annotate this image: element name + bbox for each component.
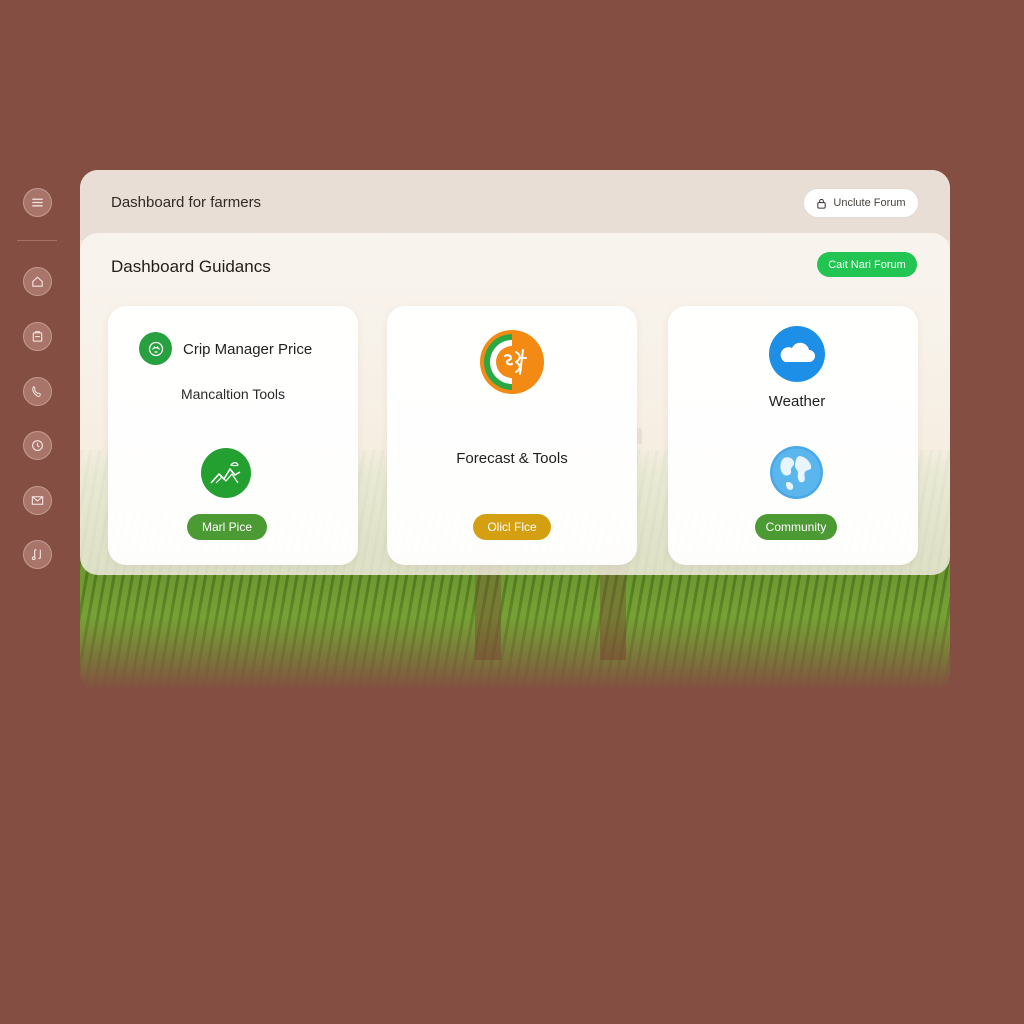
clock-icon <box>32 440 43 451</box>
crop-badge-icon <box>139 332 172 365</box>
card-heading: Crip Manager Price <box>183 341 313 358</box>
card-heading: Forecast & Tools <box>456 450 568 467</box>
nari-forum-button[interactable]: Cait Nari Forum <box>817 252 917 277</box>
lock-icon <box>817 198 827 209</box>
globe-icon <box>770 446 823 499</box>
community-button[interactable]: Community <box>755 514 837 540</box>
mail-icon <box>31 496 44 505</box>
crop-manager-card[interactable]: Crip Manager Price Mancaltion Tools Marl… <box>108 306 358 565</box>
cloud-icon <box>769 326 825 382</box>
sidebar-item-phone[interactable] <box>23 377 52 406</box>
music-icon <box>31 549 41 561</box>
sidebar-item-mail[interactable] <box>23 486 52 515</box>
forecast-icon <box>480 330 544 394</box>
sidebar-item-home[interactable] <box>23 267 52 296</box>
menu-icon <box>32 198 43 207</box>
sidebar-item-music[interactable] <box>23 540 52 569</box>
sidebar-item-clock[interactable] <box>23 431 52 460</box>
sidebar-item-clipboard[interactable] <box>23 322 52 351</box>
weather-card[interactable]: Weather Community <box>668 306 918 565</box>
sidebar-divider <box>17 240 57 241</box>
menu-button[interactable] <box>23 188 52 217</box>
panel-title: Dashboard Guidancs <box>111 257 271 276</box>
official-price-button[interactable]: Olicl Flce <box>473 514 551 540</box>
forecast-card[interactable]: Forecast & Tools Olicl Flce <box>387 306 637 565</box>
card-subheading: Mancaltion Tools <box>180 386 286 402</box>
market-price-button[interactable]: Marl Pice <box>187 514 267 540</box>
header-bar: Dashboard for farmers Unclute Forum <box>80 170 950 240</box>
forum-button-label: Unclute Forum <box>833 197 906 209</box>
forum-button[interactable]: Unclute Forum <box>803 188 919 218</box>
home-icon <box>32 276 43 287</box>
clipboard-icon <box>32 331 43 342</box>
card-heading: Weather <box>768 393 826 410</box>
page-title: Dashboard for farmers <box>111 194 262 211</box>
guidance-panel: Dashboard Guidancs Cait Nari Forum Crip … <box>80 233 950 575</box>
phone-icon <box>32 386 41 397</box>
sidebar <box>0 0 76 1024</box>
market-chart-icon <box>201 448 251 498</box>
